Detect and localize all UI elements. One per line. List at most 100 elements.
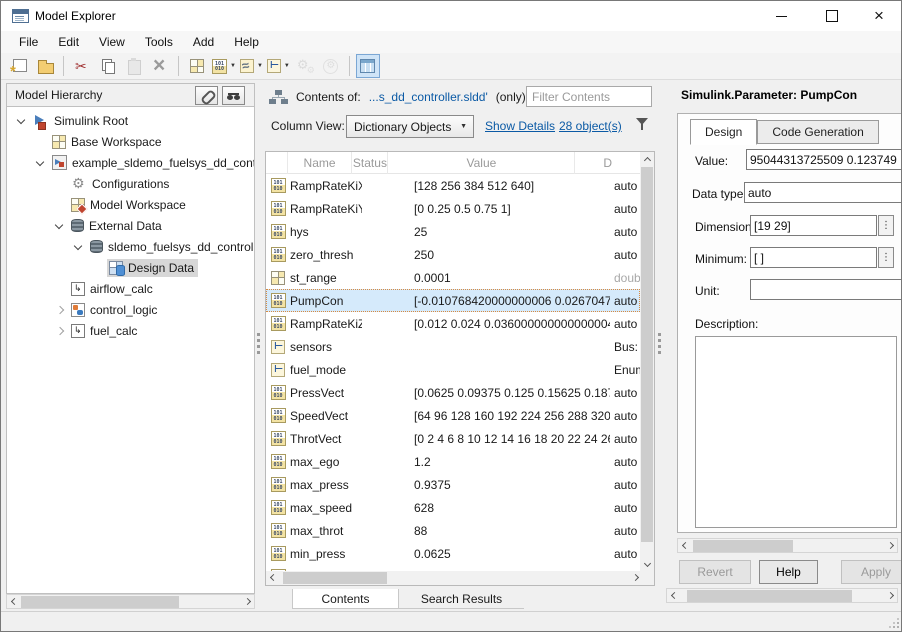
table-row[interactable]: max_speed 628 auto [266,496,640,519]
toolbar-button[interactable] [7,54,31,78]
scroll-right-icon[interactable] [883,539,897,553]
revert-button[interactable]: Revert [679,560,751,584]
table-row[interactable]: ThrotVect [0 2 4 6 8 10 12 14 16 18 20 2… [266,427,640,450]
header-value[interactable]: Value [388,152,575,174]
datatype-combo[interactable] [744,182,902,203]
tree-item[interactable]: example_sldemo_fuelsys_dd_controller [7,152,254,173]
expander-icon[interactable] [32,134,50,150]
header-datatype[interactable]: D [575,152,640,174]
expander-icon[interactable] [51,218,69,234]
table-row[interactable]: max_ego 1.2 auto [266,450,640,473]
expand-minimum-button[interactable]: ⋮ [878,247,894,268]
table-row[interactable]: PumpCon [-0.010768420000000006 0.0267047… [266,289,640,312]
close-button[interactable]: × [859,1,899,31]
tree-item[interactable]: Simulink Root [7,110,254,131]
table-row[interactable]: sensors Bus: Eng [266,335,640,358]
menu-item[interactable]: Tools [135,31,183,53]
scroll-right-icon[interactable] [240,595,254,609]
toolbar-button[interactable] [122,54,146,78]
menu-item[interactable]: View [89,31,135,53]
table-row[interactable]: RampRateKiZ [0.012 0.024 0.0360000000000… [266,312,640,335]
menu-item[interactable]: File [9,31,48,53]
table-row[interactable]: zero_thresh 250 auto [266,243,640,266]
tree-item[interactable]: control_logic [7,299,254,320]
table-row[interactable]: RampRateKiY [0 0.25 0.5 0.75 1] auto [266,197,640,220]
menu-item[interactable]: Edit [48,31,89,53]
left-splitter[interactable] [257,333,260,359]
dialog-tab[interactable]: Code Generation [757,120,878,144]
tree-item[interactable]: External Data [7,215,254,236]
toolbar-button[interactable] [319,54,343,78]
expander-icon[interactable] [51,302,69,318]
table-hscrollbar[interactable] [266,571,655,585]
table-row[interactable]: min_press 0.0625 auto [266,542,640,565]
dropdown-arrow-icon[interactable] [284,63,290,69]
hierarchy-hscrollbar[interactable] [6,594,255,609]
right-splitter[interactable] [658,333,661,359]
tree-item[interactable]: Configurations [7,173,254,194]
scrollbar-thumb[interactable] [21,596,179,608]
toolbar-button[interactable] [293,54,317,78]
filter-icon[interactable] [635,116,651,132]
dictionary-link[interactable]: ...s_dd_controller.sldd' [369,90,488,104]
table-row[interactable]: max_press 0.9375 auto [266,473,640,496]
toolbar-button[interactable] [178,56,179,76]
unit-input[interactable] [750,279,902,300]
value-input[interactable] [746,149,902,170]
table-row[interactable]: PressVect [0.0625 0.09375 0.125 0.15625 … [266,381,640,404]
expander-icon[interactable] [89,260,107,276]
preview-button[interactable] [222,86,245,105]
dialog-tab[interactable]: Design [690,119,757,145]
minimum-input[interactable] [750,247,877,268]
expander-icon[interactable] [51,176,69,192]
table-row[interactable]: hys 25 auto [266,220,640,243]
toolbar-button[interactable] [63,56,64,76]
object-count-link[interactable]: 28 object(s) [559,119,622,133]
dialog-hscrollbar[interactable] [677,538,898,553]
column-view-dropdown[interactable]: Dictionary Objects ▼ [346,115,474,138]
expander-icon[interactable] [32,155,50,171]
help-button[interactable]: Help [759,560,818,584]
toolbar-button[interactable] [239,54,264,78]
scroll-right-icon[interactable] [883,589,897,603]
tree-item[interactable]: airflow_calc [7,278,254,299]
toolbar-button[interactable] [211,54,237,78]
scrollbar-thumb[interactable] [687,590,852,602]
show-details-link[interactable]: Show Details [485,119,555,133]
toolbar-button[interactable] [148,54,172,78]
scroll-left-icon[interactable] [266,571,280,585]
table-row[interactable]: max_throt 88 auto [266,519,640,542]
toolbar-button[interactable] [70,54,94,78]
expander-icon[interactable] [13,113,31,129]
table-row[interactable]: st_range 0.0001 double [266,266,640,289]
scrollbar-thumb[interactable] [641,167,653,542]
tab-search-results[interactable]: Search Results [399,589,524,609]
scroll-down-icon[interactable] [640,558,654,572]
scrollbar-thumb[interactable] [283,572,387,584]
scroll-left-icon[interactable] [667,589,681,603]
filter-input[interactable] [526,86,652,107]
scroll-up-icon[interactable] [640,152,654,166]
toolbar-button[interactable] [266,54,291,78]
dimensions-input[interactable] [750,215,877,236]
tree-item[interactable]: sldemo_fuelsys_dd_controller [7,236,254,257]
tree-item[interactable]: fuel_calc [7,320,254,341]
apply-button[interactable]: Apply [841,560,902,584]
dropdown-arrow-icon[interactable] [257,63,263,69]
maximize-button[interactable] [812,1,852,31]
menu-item[interactable]: Add [183,31,224,53]
table-row[interactable]: fuel_mode Enum: sl [266,358,640,381]
toolbar-button[interactable] [185,54,209,78]
tree-item[interactable]: Base Workspace [7,131,254,152]
edit-button[interactable] [195,86,218,105]
tree-item[interactable]: Model Workspace [7,194,254,215]
header-status[interactable]: Status [352,152,388,174]
toolbar-button[interactable] [356,54,380,78]
menu-item[interactable]: Help [224,31,269,53]
minimize-button[interactable] [761,1,801,31]
header-name[interactable]: Name [288,152,353,174]
dropdown-arrow-icon[interactable] [230,63,236,69]
toolbar-button[interactable] [33,54,57,78]
table-row[interactable]: SpeedVect [64 96 128 160 192 224 256 288… [266,404,640,427]
tab-contents[interactable]: Contents [292,589,399,609]
